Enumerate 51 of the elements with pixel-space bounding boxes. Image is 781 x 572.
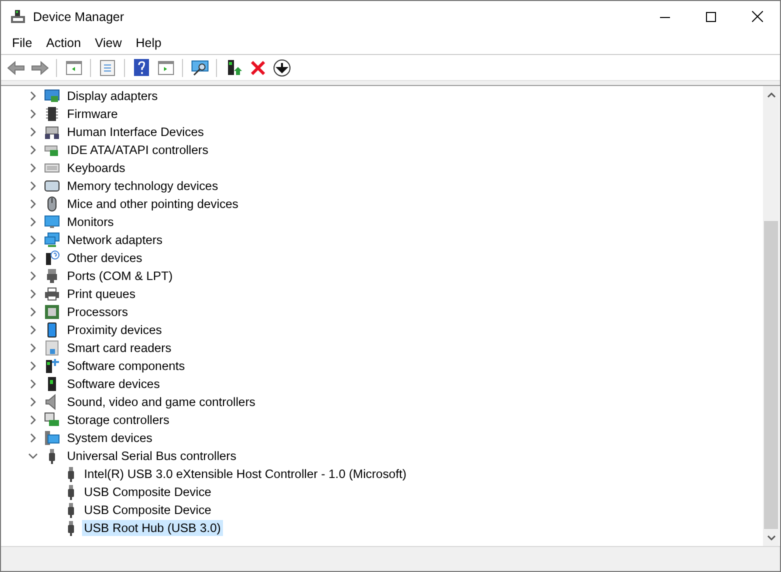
tree-item[interactable]: Print queues bbox=[65, 286, 138, 302]
network-icon bbox=[44, 232, 60, 248]
tree-item[interactable]: Memory technology devices bbox=[65, 178, 220, 194]
scroll-thumb[interactable] bbox=[764, 221, 778, 529]
tree-item[interactable]: USB Root Hub (USB 3.0) bbox=[82, 520, 223, 536]
monitor-icon bbox=[44, 214, 60, 230]
tree-item[interactable]: Smart card readers bbox=[65, 340, 174, 356]
tree-item[interactable]: Proximity devices bbox=[65, 322, 164, 338]
port-icon bbox=[44, 268, 60, 284]
tree-item[interactable]: Human Interface Devices bbox=[65, 124, 206, 140]
keyboard-icon bbox=[44, 124, 60, 140]
tree-item[interactable]: Universal Serial Bus controllers bbox=[65, 448, 238, 464]
memory-card-icon bbox=[44, 178, 60, 194]
close-icon[interactable] bbox=[752, 11, 762, 22]
processor-icon bbox=[44, 304, 60, 320]
tree-item[interactable]: Network adapters bbox=[65, 232, 165, 248]
tree-item[interactable]: Other devices bbox=[65, 250, 144, 266]
app-icon bbox=[10, 8, 26, 24]
chip-icon bbox=[44, 106, 60, 122]
download-button[interactable] bbox=[271, 57, 292, 78]
component-icon bbox=[44, 358, 60, 374]
tree-item[interactable]: Storage controllers bbox=[65, 412, 172, 428]
maximize-icon[interactable] bbox=[706, 12, 716, 22]
tree-item[interactable]: Intel(R) USB 3.0 eXtensible Host Controller - 1.0 (Microsoft) bbox=[82, 466, 408, 482]
system-device-icon bbox=[44, 430, 60, 446]
storage-controller-icon bbox=[44, 412, 60, 428]
display-adapter-icon bbox=[44, 88, 60, 104]
tree-item[interactable]: Processors bbox=[65, 304, 130, 320]
tree-item[interactable]: Sound, video and game controllers bbox=[65, 394, 258, 410]
menu-item[interactable]: View bbox=[88, 34, 129, 52]
tree-item[interactable]: Software components bbox=[65, 358, 187, 374]
menu-item[interactable]: File bbox=[5, 34, 40, 52]
tree-item[interactable]: USB Composite Device bbox=[82, 484, 214, 500]
tree-item[interactable]: System devices bbox=[65, 430, 154, 446]
question-device-icon bbox=[44, 250, 60, 266]
tree-item[interactable]: Monitors bbox=[65, 214, 116, 230]
tree-item[interactable]: Software devices bbox=[65, 376, 162, 392]
tree-item[interactable]: Keyboards bbox=[65, 160, 128, 176]
tree-item[interactable]: Ports (COM & LPT) bbox=[65, 268, 175, 284]
printer-icon bbox=[44, 286, 60, 302]
card-reader-icon bbox=[44, 340, 60, 356]
tree-item[interactable]: Firmware bbox=[65, 106, 120, 122]
properties-button[interactable] bbox=[97, 57, 118, 78]
menu-item[interactable]: Action bbox=[39, 34, 88, 52]
tree-item[interactable]: USB Composite Device bbox=[82, 502, 214, 518]
tree-item[interactable]: IDE ATA/ATAPI controllers bbox=[65, 142, 210, 158]
tree-item[interactable]: Mice and other pointing devices bbox=[65, 196, 240, 212]
tree-item[interactable]: Display adapters bbox=[65, 88, 160, 104]
menu-item[interactable]: Help bbox=[128, 34, 168, 52]
window-title: Device Manager bbox=[33, 10, 126, 24]
help-button[interactable] bbox=[131, 57, 152, 78]
